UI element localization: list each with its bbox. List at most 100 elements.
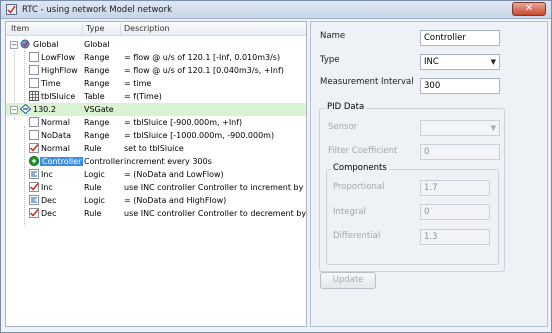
tree-item-type: Global: [84, 39, 110, 49]
properties-panel: Name Controller Type INC ▼ Measurement I…: [310, 21, 548, 327]
type-dropdown-value: INC: [424, 57, 439, 67]
tree-item-name: Inc: [41, 169, 53, 179]
differential-field[interactable]: 1.3: [420, 229, 490, 245]
range-icon: [29, 78, 39, 88]
tree-item-description: = flow @ u/s of 120.1 [0.040m3/s, +Inf): [124, 65, 284, 75]
chevron-down-icon: ▼: [490, 124, 496, 132]
app-icon: [6, 4, 17, 15]
name-label: Name: [320, 31, 346, 41]
filter-coefficient-field[interactable]: 0: [420, 144, 500, 160]
measurement-interval-field[interactable]: 300: [420, 78, 500, 94]
differential-value: 1.3: [424, 232, 438, 242]
tree-item-name: LowFlow: [41, 52, 76, 62]
proportional-value: 1.7: [424, 183, 438, 193]
tree-item-name: Inc: [41, 182, 53, 192]
tree-row-normal-rule[interactable]: Normal Rule set to tblSluice: [6, 142, 306, 155]
sensor-dropdown[interactable]: ▼: [420, 120, 500, 136]
column-description[interactable]: Description: [124, 24, 170, 33]
title-bar[interactable]: RTC - using network Model network ✕: [1, 1, 551, 19]
integral-field[interactable]: 0: [420, 204, 490, 220]
global-icon: [20, 39, 30, 49]
window-title: RTC - using network Model network: [22, 5, 173, 15]
tree-item-type: Range: [84, 52, 110, 62]
close-button[interactable]: ✕: [512, 2, 546, 16]
tree-row-controller[interactable]: Controller Controller increment every 30…: [6, 155, 306, 168]
range-icon: [29, 52, 39, 62]
sensor-label: Sensor: [328, 122, 358, 132]
proportional-label: Proportional: [333, 182, 385, 192]
measurement-interval-label: Measurement Interval: [320, 77, 414, 87]
type-dropdown[interactable]: INC ▼: [420, 54, 500, 70]
tree-item-type: Range: [84, 65, 110, 75]
components-title: Components: [331, 163, 389, 173]
tree-row-inc-logic[interactable]: Inc Logic = (NoData and LowFlow): [6, 168, 306, 181]
tree-item-description: = tblSluice [-900.000m, +Inf): [124, 117, 243, 127]
tree-item-name: Time: [41, 78, 61, 88]
tree-row-lowflow[interactable]: LowFlow Range = flow @ u/s of 120.1 [-In…: [6, 51, 306, 64]
tree-item-name: HighFlow: [41, 65, 78, 75]
measurement-interval-value: 300: [424, 81, 441, 91]
tree-item-type: Table: [84, 91, 105, 101]
filter-coefficient-value: 0: [424, 147, 430, 157]
tree-item-description: = tblSluice [-1000.000m, -900.000m): [124, 130, 275, 140]
tree-row-dec-rule[interactable]: Dec Rule use INC controller Controller t…: [6, 207, 307, 220]
tree-item-type: Rule: [84, 182, 102, 192]
range-icon: [29, 130, 39, 140]
tree-item-type: VSGate: [84, 104, 114, 114]
rule-check-icon: [29, 182, 39, 192]
tree-item-description: = flow @ u/s of 120.1 [-Inf, 0.010m3/s): [124, 52, 281, 62]
integral-label: Integral: [333, 207, 366, 217]
chevron-down-icon: ▼: [490, 58, 496, 66]
tree-item-description: = time: [124, 78, 152, 88]
tree-item-name: Normal: [41, 117, 70, 127]
tree-item-name: Global: [33, 39, 59, 49]
collapse-icon[interactable]: −: [10, 40, 18, 49]
name-field-value: Controller: [424, 33, 466, 43]
tree-item-type: Range: [84, 78, 110, 88]
column-type[interactable]: Type: [86, 24, 104, 33]
tree-row-inc-rule[interactable]: Inc Rule use INC controller Controller t…: [6, 181, 306, 194]
tree-row-nodata[interactable]: NoData Range = tblSluice [-1000.000m, -9…: [6, 129, 306, 142]
logic-icon: [29, 195, 39, 205]
tree-item-name-selected: Controller: [40, 156, 84, 166]
collapse-icon[interactable]: −: [10, 105, 18, 114]
name-field[interactable]: Controller: [420, 30, 500, 46]
tree-item-type: Rule: [84, 143, 102, 153]
tree-item-type: Range: [84, 130, 110, 140]
tree-row-global[interactable]: − Global Global: [6, 38, 306, 51]
tree-item-description: set to tblSluice: [124, 143, 184, 153]
tree-row-time[interactable]: Time Range = time: [6, 77, 306, 90]
tree-item-type: Logic: [84, 195, 105, 205]
tree-item-type: Logic: [84, 169, 105, 179]
tree-item-name: Dec: [41, 208, 57, 218]
range-icon: [29, 117, 39, 127]
rule-check-icon: [29, 208, 39, 218]
tree-item-description: = f(Time): [124, 91, 162, 101]
tree-item-description: use INC controller Controller to increme…: [124, 182, 306, 192]
tree-row-tblsluice[interactable]: tblSluice Table = f(Time): [6, 90, 306, 103]
tree-item-description: = (NoData and HighFlow): [124, 195, 227, 205]
tree-column-header: Item Type Description: [6, 22, 306, 36]
tree-row-highflow[interactable]: HighFlow Range = flow @ u/s of 120.1 [0.…: [6, 64, 306, 77]
gate-icon: [20, 104, 31, 114]
rtc-window: RTC - using network Model network ✕ Item…: [0, 0, 552, 333]
tree-row-normal-range[interactable]: Normal Range = tblSluice [-900.000m, +In…: [6, 116, 306, 129]
rtc-tree[interactable]: Item Type Description − Global Global Lo…: [5, 21, 307, 327]
update-button[interactable]: Update: [320, 272, 376, 289]
range-icon: [29, 65, 39, 75]
integral-value: 0: [424, 207, 430, 217]
table-icon: [29, 91, 39, 101]
tree-row-dec-logic[interactable]: Dec Logic = (NoData and HighFlow): [6, 194, 306, 207]
differential-label: Differential: [333, 231, 381, 241]
rule-check-icon: [29, 143, 39, 153]
filter-coefficient-label: Filter Coefficient: [328, 146, 398, 156]
column-item[interactable]: Item: [11, 24, 29, 33]
tree-item-description: increment every 300s: [124, 156, 212, 166]
tree-item-name: Normal: [41, 143, 70, 153]
tree-item-description: use INC controller Controller to decreme…: [124, 208, 307, 218]
proportional-field[interactable]: 1.7: [420, 180, 490, 196]
tree-item-name: 130.2: [33, 104, 56, 114]
controller-icon: [29, 156, 39, 166]
tree-item-type: Range: [84, 117, 110, 127]
tree-row-130-2[interactable]: − 130.2 VSGate: [6, 103, 306, 116]
